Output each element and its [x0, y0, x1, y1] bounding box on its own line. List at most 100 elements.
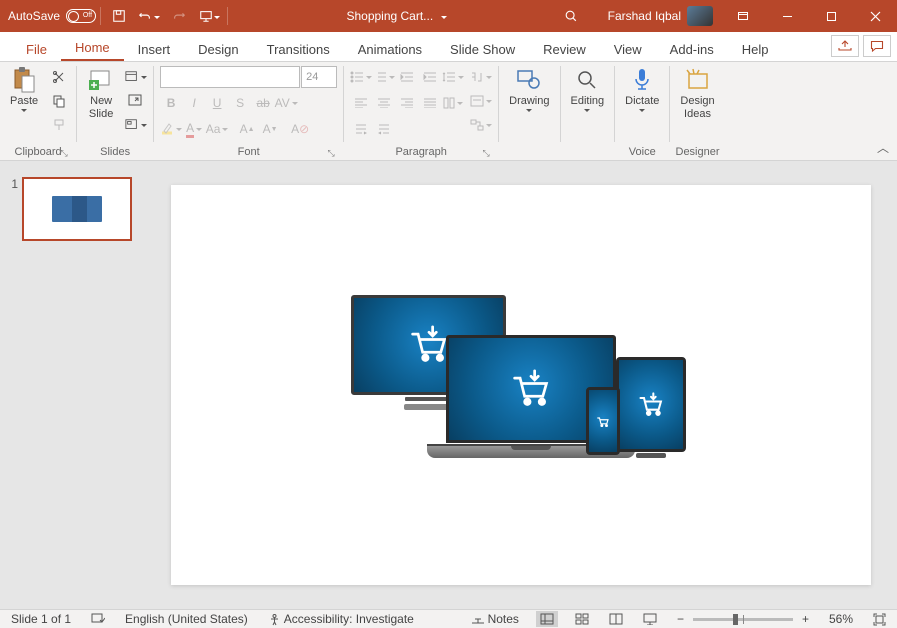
clipboard-launcher-icon[interactable]: ⤡	[58, 148, 70, 160]
ribbon-group-slides: New Slide Slides	[77, 62, 153, 160]
devices-image[interactable]	[351, 295, 691, 475]
editing-button[interactable]: Editing	[565, 64, 611, 117]
numbering-button	[373, 66, 395, 88]
tab-slideshow[interactable]: Slide Show	[436, 36, 529, 61]
tab-insert[interactable]: Insert	[124, 36, 185, 61]
tab-animations[interactable]: Animations	[344, 36, 436, 61]
tab-help[interactable]: Help	[728, 36, 783, 61]
rtl-button	[350, 118, 372, 140]
zoom-slider[interactable]	[693, 618, 793, 621]
underline-button: U	[206, 92, 228, 114]
ribbon-group-drawing: Drawing	[499, 62, 559, 160]
zoom-level[interactable]: 56%	[826, 612, 856, 626]
clear-format-button: A⊘	[289, 118, 311, 140]
design-ideas-button[interactable]: Design Ideas	[674, 64, 720, 122]
search-button[interactable]	[564, 9, 600, 23]
font-color-fill-button	[160, 118, 182, 140]
slide-thumbnails-panel[interactable]: 1	[0, 161, 145, 609]
design-ideas-label-1: Design	[680, 95, 714, 107]
slide-canvas[interactable]	[171, 185, 871, 585]
share-button[interactable]	[831, 35, 859, 57]
minimize-button[interactable]	[765, 0, 809, 32]
view-reading-button[interactable]	[606, 613, 626, 625]
clipboard-group-label: Clipboard	[15, 146, 62, 158]
ribbon-group-editing: Editing	[561, 62, 615, 160]
reset-button[interactable]	[125, 90, 147, 112]
user-account[interactable]: Farshad Iqbal	[600, 6, 721, 26]
notes-button[interactable]: Notes	[468, 612, 522, 626]
align-text-button	[470, 90, 492, 112]
ribbon-group-font: B I U S ab AV A Aa A▲ A▼ A⊘	[154, 62, 343, 160]
document-dropdown-icon[interactable]	[437, 9, 447, 23]
ribbon-group-designer: Design Ideas Designer	[670, 62, 724, 160]
new-slide-button[interactable]: New Slide	[81, 64, 121, 122]
line-spacing-button	[442, 66, 464, 88]
align-left-button	[350, 92, 372, 114]
slides-group-label: Slides	[81, 146, 149, 160]
cut-button[interactable]	[48, 66, 70, 88]
text-direction-button	[470, 66, 492, 88]
columns-button	[442, 92, 464, 114]
close-button[interactable]	[853, 0, 897, 32]
paragraph-launcher-icon[interactable]: ⤡	[480, 148, 492, 160]
autosave-label: AutoSave	[8, 9, 60, 23]
format-painter-button	[48, 114, 70, 136]
tab-review[interactable]: Review	[529, 36, 600, 61]
save-icon[interactable]	[105, 2, 133, 30]
spell-check-icon[interactable]	[88, 613, 108, 625]
tab-addins[interactable]: Add-ins	[656, 36, 728, 61]
designer-group-label: Designer	[674, 146, 720, 160]
dictate-button[interactable]: Dictate	[619, 64, 665, 117]
undo-button[interactable]	[135, 2, 163, 30]
autosave-state: Off	[83, 12, 92, 19]
zoom-out-button[interactable]: −	[674, 612, 687, 626]
new-slide-label-2: Slide	[89, 108, 113, 120]
ribbon-display-button[interactable]	[721, 0, 765, 32]
font-launcher-icon[interactable]: ⤡	[325, 148, 337, 160]
collapse-ribbon-icon[interactable]: ︿	[877, 139, 889, 156]
shadow-button: S	[229, 92, 251, 114]
voice-group-label: Voice	[619, 146, 665, 160]
font-family-select[interactable]	[160, 66, 300, 88]
zoom-in-button[interactable]: +	[799, 612, 812, 626]
autosave-toggle[interactable]: AutoSave Off	[8, 9, 96, 23]
paragraph-group-label: Paragraph	[395, 146, 446, 158]
layout-button[interactable]	[125, 66, 147, 88]
ribbon-tabs: File Home Insert Design Transitions Anim…	[0, 32, 897, 62]
italic-button: I	[183, 92, 205, 114]
paste-label: Paste	[10, 95, 38, 107]
maximize-button[interactable]	[809, 0, 853, 32]
view-sorter-button[interactable]	[572, 613, 592, 625]
font-size-select[interactable]	[301, 66, 337, 88]
drawing-button[interactable]: Drawing	[503, 64, 555, 117]
tab-transitions[interactable]: Transitions	[253, 36, 344, 61]
char-spacing-button: AV	[275, 92, 297, 114]
ribbon-group-voice: Dictate Voice	[615, 62, 669, 160]
paste-button[interactable]: Paste	[4, 64, 44, 117]
view-slideshow-button[interactable]	[640, 613, 660, 625]
thumbnail-preview	[52, 196, 102, 222]
language-status[interactable]: English (United States)	[122, 612, 251, 626]
slide-counter[interactable]: Slide 1 of 1	[8, 612, 74, 626]
tab-view[interactable]: View	[600, 36, 656, 61]
document-title[interactable]: Shopping Cart...	[346, 9, 433, 23]
tab-home[interactable]: Home	[61, 34, 124, 61]
tab-file[interactable]: File	[12, 36, 61, 61]
view-normal-button[interactable]	[536, 611, 558, 627]
copy-button[interactable]	[48, 90, 70, 112]
increase-font-button: A▲	[236, 118, 258, 140]
change-case-button: Aa	[206, 118, 228, 140]
align-right-button	[396, 92, 418, 114]
fit-to-window-button[interactable]	[870, 613, 889, 626]
comments-button[interactable]	[863, 35, 891, 57]
tab-design[interactable]: Design	[184, 36, 252, 61]
section-button[interactable]	[125, 114, 147, 136]
present-from-start-button[interactable]	[195, 2, 223, 30]
design-ideas-label-2: Ideas	[684, 108, 711, 120]
strikethrough-button: ab	[252, 92, 274, 114]
slide-thumbnail-1[interactable]	[22, 177, 132, 241]
accessibility-status[interactable]: Accessibility: Investigate	[265, 612, 417, 626]
bold-button: B	[160, 92, 182, 114]
align-center-button	[373, 92, 395, 114]
user-name: Farshad Iqbal	[608, 9, 681, 23]
